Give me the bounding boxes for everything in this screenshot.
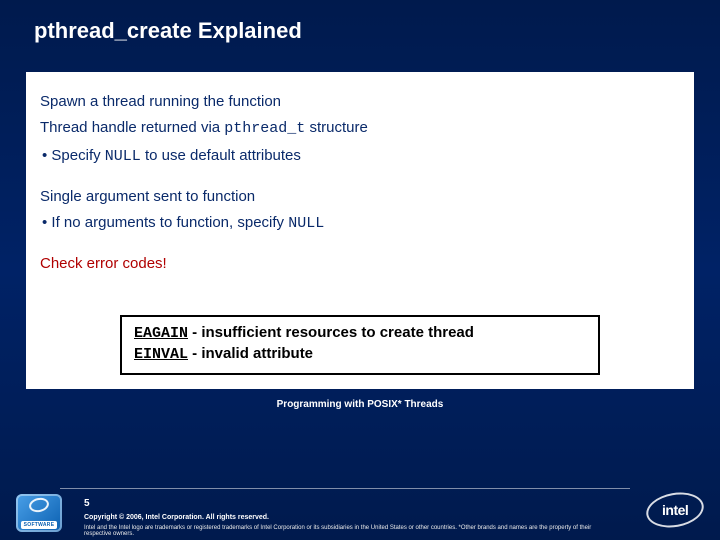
- swoosh-icon: [28, 496, 50, 514]
- code-null: NULL: [288, 215, 324, 232]
- footer-bar: 5 Copyright © 2006, Intel Corporation. A…: [0, 488, 720, 540]
- error-row-eagain: EAGAIN - insufficient resources to creat…: [134, 323, 586, 344]
- bullet-1: • Specify NULL to use default attributes: [40, 146, 680, 167]
- text-span: to use default attributes: [141, 147, 301, 164]
- logo-text: intel: [662, 502, 688, 518]
- badge-label: SOFTWARE: [21, 521, 58, 529]
- error-desc: - invalid attribute: [188, 345, 313, 362]
- copyright-text: Copyright © 2006, Intel Corporation. All…: [84, 514, 269, 521]
- error-desc: - insufficient resources to create threa…: [188, 324, 474, 341]
- text-span: Thread handle returned via: [40, 119, 224, 136]
- series-title: Programming with POSIX* Threads: [0, 399, 720, 410]
- text-span: • If no arguments to function, specify: [42, 214, 288, 231]
- body-line-1: Spawn a thread running the function: [40, 92, 680, 112]
- logo-oval-icon: intel: [643, 488, 706, 532]
- body-line-2: Thread handle returned via pthread_t str…: [40, 118, 680, 139]
- intel-logo: intel: [644, 490, 706, 530]
- intel-software-badge: SOFTWARE: [16, 494, 62, 532]
- bullet-2: • If no arguments to function, specify N…: [40, 213, 680, 234]
- content-area: Spawn a thread running the function Thre…: [26, 72, 694, 389]
- error-row-einval: EINVAL - invalid attribute: [134, 344, 586, 365]
- code-null: NULL: [105, 148, 141, 165]
- code-eagain: EAGAIN: [134, 325, 188, 342]
- text-span: • Specify: [42, 147, 105, 164]
- trademark-text: Intel and the Intel logo are trademarks …: [84, 525, 620, 537]
- error-codes-box: EAGAIN - insufficient resources to creat…: [120, 315, 600, 376]
- text-span: structure: [305, 119, 368, 136]
- footer-divider: [60, 488, 630, 489]
- code-einval: EINVAL: [134, 346, 188, 363]
- check-error-codes: Check error codes!: [40, 254, 680, 274]
- code-pthread-t: pthread_t: [224, 120, 305, 137]
- page-number: 5: [84, 498, 90, 509]
- body-line-3: Single argument sent to function: [40, 187, 680, 207]
- slide-title: pthread_create Explained: [0, 0, 720, 44]
